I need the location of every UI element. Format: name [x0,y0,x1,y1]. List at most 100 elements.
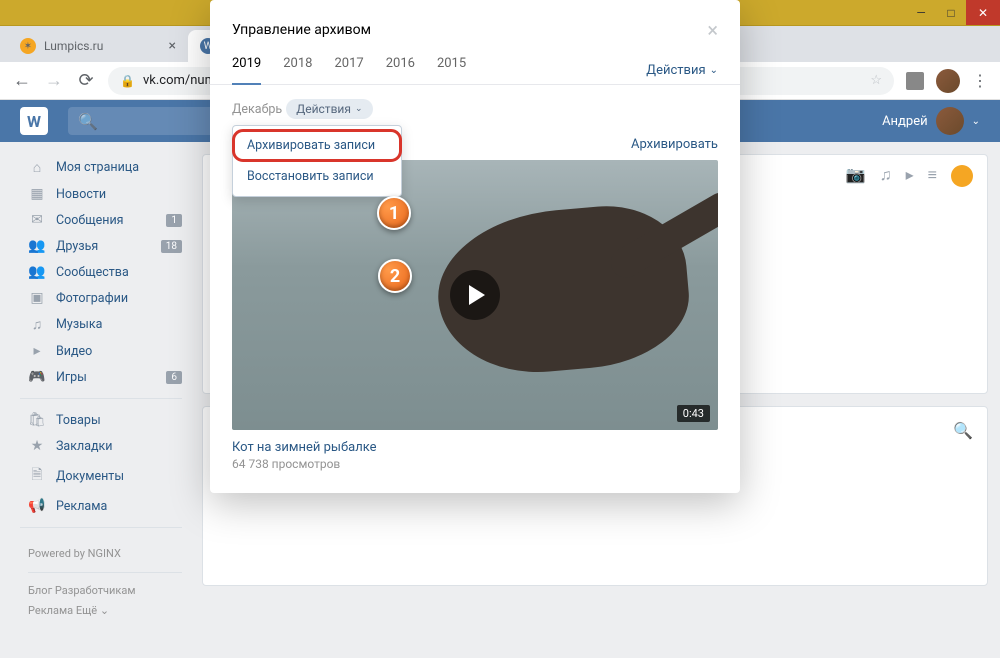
sidebar-item-label: Новости [56,187,106,202]
favicon-lumpics-icon: ✶ [20,38,36,54]
search-icon: 🔍 [78,112,98,131]
modal-title: Управление архивом [232,22,371,38]
actions-label: Действия [646,63,705,78]
vk-user-menu[interactable]: Андрей ⌄ [882,107,980,135]
sidebar-icon: ▣ [28,290,46,306]
dropdown-restore-posts[interactable]: Восстановить записи [233,161,401,192]
sidebar-item[interactable]: ★ Закладки [20,433,190,459]
window-close-button[interactable]: ✕ [966,0,1000,25]
sidebar-item-label: Моя страница [56,160,139,175]
sidebar-icon: 📢 [28,498,46,514]
sidebar-item-label: Сообщества [56,265,129,280]
window-maximize-button[interactable]: □ [936,0,966,25]
sidebar-icon: 🗎 [28,464,46,488]
sidebar-item-label: Фотографии [56,291,128,306]
callout-badge-2: 2 [378,259,412,293]
month-actions-button[interactable]: Действия ⌄ [286,99,372,119]
sidebar-icon: ♫ [28,316,46,333]
tab-close-icon[interactable]: × [169,38,176,54]
sidebar-separator [20,398,182,399]
sidebar-item[interactable]: ♫ Музыка [20,311,190,338]
sidebar-icon: 🎮 [28,369,46,385]
sidebar-item[interactable]: ⌂ Моя страница [20,154,190,181]
nav-forward-button[interactable]: → [44,70,64,91]
sidebar-item-label: Друзья [56,239,98,254]
video-icon[interactable]: ▸ [906,165,914,187]
month-label: Декабрь [232,102,282,117]
article-icon[interactable]: ≡ [928,165,937,187]
nav-reload-button[interactable]: ⟳ [76,70,96,91]
sidebar-badge: 18 [161,240,182,253]
tab-2018[interactable]: 2018 [283,56,312,84]
sidebar-separator [20,527,182,528]
sidebar-item[interactable]: 👥 Сообщества [20,259,190,285]
sidebar-icon: ▸ [28,343,46,359]
sidebar-icon: ✉ [28,212,46,228]
story-avatar-icon[interactable] [951,165,973,187]
window-minimize-button[interactable]: — [906,0,936,25]
avatar [936,107,964,135]
video-views: 64 738 просмотров [232,457,718,471]
sidebar-icon: ★ [28,438,46,454]
browser-menu-button[interactable]: ⋮ [972,71,988,90]
sidebar-footer: Powered by NGINX Блог Разработчикам Рекл… [20,536,190,628]
modal-close-button[interactable]: × [707,18,718,42]
sidebar-item[interactable]: 🗎 Документы [20,459,190,493]
sidebar-icon: 🛍 [28,412,46,428]
vk-logo-icon[interactable]: W [20,107,48,135]
chevron-down-icon: ⌄ [972,116,980,127]
profile-avatar-icon[interactable] [936,69,960,93]
tab-2015[interactable]: 2015 [437,56,466,84]
video-title-link[interactable]: Кот на зимней рыбалке [232,440,718,455]
footer-links-2[interactable]: Реклама Ещё ⌄ [28,601,182,621]
callout-badge-1: 1 [377,196,411,230]
sidebar-item-label: Реклама [56,499,107,514]
nav-back-button[interactable]: ← [12,70,32,91]
sidebar-item-label: Сообщения [56,213,124,228]
sidebar-item-label: Музыка [56,317,102,332]
tab-2016[interactable]: 2016 [386,56,415,84]
footer-powered: Powered by NGINX [28,544,182,573]
music-icon[interactable]: ♫ [880,165,892,187]
bookmark-star-icon[interactable]: ☆ [870,73,882,88]
actions-pill-label: Действия [296,102,351,116]
vk-user-name: Андрей [882,114,928,129]
month-row: Декабрь Действия ⌄ Архивировать записи В… [210,85,740,127]
sidebar-item[interactable]: ✉ Сообщения 1 [20,207,190,233]
footer-links[interactable]: Блог Разработчикам [28,581,182,601]
sidebar-item[interactable]: ▦ Новости [20,181,190,207]
tab-title: Lumpics.ru [44,39,103,53]
camera-icon[interactable]: 📷 [846,165,866,187]
sidebar-item[interactable]: ▸ Видео [20,338,190,364]
sidebar-item-label: Товары [56,413,101,428]
sidebar-item[interactable]: ▣ Фотографии [20,285,190,311]
chevron-down-icon: ⌄ [710,65,718,76]
sidebar-item-label: Документы [56,469,124,484]
search-icon[interactable]: 🔍 [953,421,973,440]
tab-2019[interactable]: 2019 [232,56,261,85]
video-duration: 0:43 [677,405,710,422]
sidebar-item-label: Закладки [56,439,113,454]
sidebar-icon: ⌂ [28,159,46,176]
sidebar-item[interactable]: 🛍 Товары [20,407,190,433]
sidebar-item[interactable]: 🎮 Игры 6 [20,364,190,390]
tab-2017[interactable]: 2017 [334,56,363,84]
sidebar: ⌂ Моя страница ▦ Новости ✉ Сообщения 1 👥 Друзья 1… [0,142,190,658]
extension-icon[interactable] [906,72,924,90]
sidebar-badge: 1 [166,214,182,227]
sidebar-item-label: Видео [56,344,92,359]
actions-dropdown: Архивировать записи Восстановить записи [232,125,402,197]
sidebar-item-label: Игры [56,370,87,385]
lock-icon: 🔒 [120,74,135,88]
video-thumbnail[interactable]: 0:43 [232,160,718,430]
sidebar-item[interactable]: 👥Друзья18 [20,233,190,259]
sidebar-badge: 6 [166,371,182,384]
sidebar-icon: 👥 [28,264,46,280]
sidebar-icon: ▦ [28,186,46,202]
modal-actions-link[interactable]: Действия ⌄ [646,56,718,84]
dropdown-archive-posts[interactable]: Архивировать записи [233,130,401,161]
play-icon[interactable] [450,270,500,320]
browser-tab-lumpics[interactable]: ✶ Lumpics.ru × [8,30,188,62]
sidebar-item[interactable]: 📢 Реклама [20,493,190,519]
year-tabs: 2019 2018 2017 2016 2015 Действия ⌄ [210,42,740,85]
